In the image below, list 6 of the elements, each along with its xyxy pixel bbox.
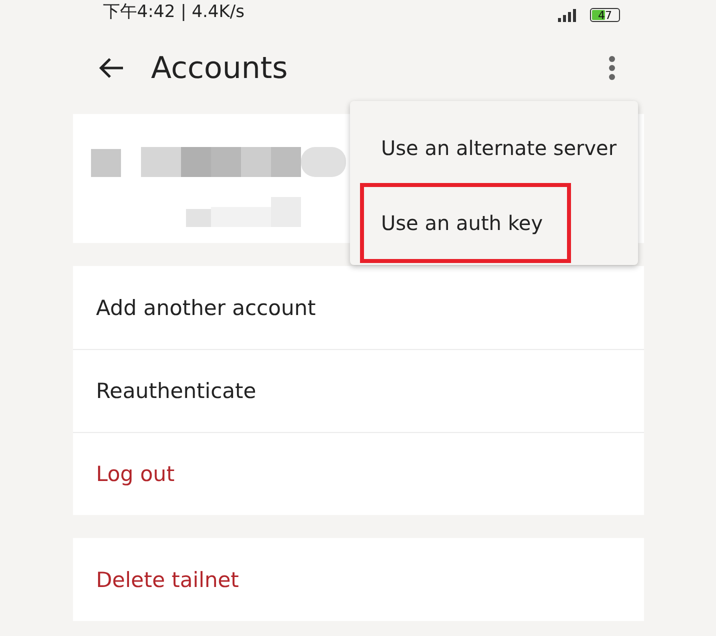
page-title: Accounts bbox=[151, 50, 289, 86]
menu-item[interactable]: Use an alternate server bbox=[360, 113, 628, 183]
back-arrow-icon[interactable] bbox=[99, 57, 125, 79]
more-options-icon[interactable] bbox=[608, 55, 616, 81]
menu-item[interactable]: Use an auth key bbox=[360, 183, 571, 263]
status-time-speed: 下午4:42 | 4.4K/s bbox=[103, 2, 244, 22]
